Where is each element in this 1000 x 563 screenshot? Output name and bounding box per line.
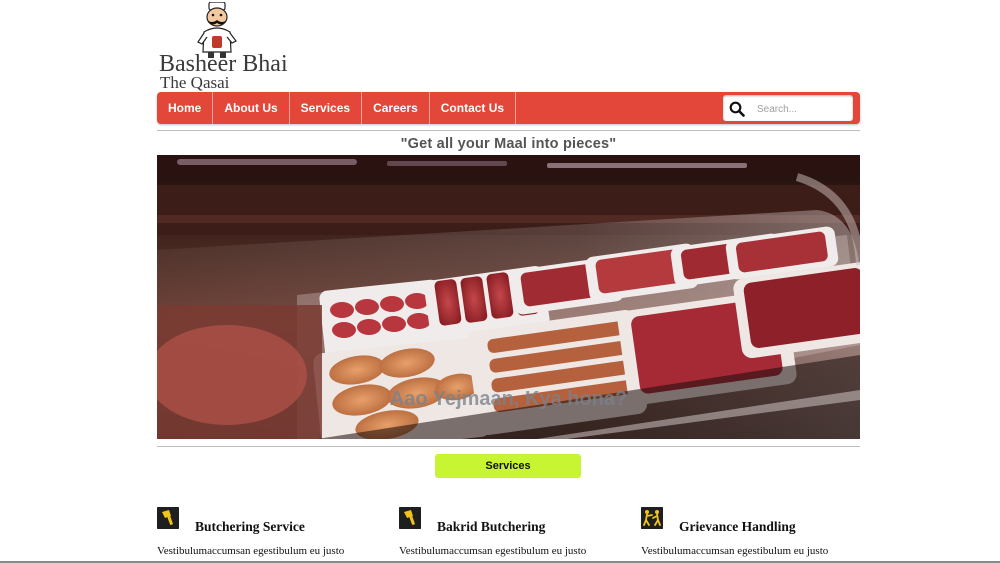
search-input[interactable] — [755, 99, 849, 119]
service-title: Bakrid Butchering — [437, 519, 546, 534]
divider-top — [157, 130, 860, 131]
nav-item-about-us[interactable]: About Us — [213, 92, 290, 124]
service-title: Butchering Service — [195, 519, 305, 534]
hero-caption: Aao Yejmaan, Kya hona? — [389, 388, 628, 410]
fighting-figures-icon — [641, 507, 663, 529]
page: Basheer Bhai The Qasai Home About Us Ser… — [157, 0, 861, 563]
divider-bottom — [157, 446, 860, 447]
service-text: Vestibulumaccumsan egestibulum eu justo — [641, 545, 829, 557]
tagline: "Get all your Maal into pieces" — [400, 136, 617, 152]
service-text: Vestibulumaccumsan egestibulum eu justo — [399, 545, 587, 557]
search-box — [723, 95, 853, 121]
cleaver-icon — [157, 507, 179, 529]
site-logo[interactable]: Basheer Bhai The Qasai — [157, 0, 317, 92]
butcher-mascot-icon — [197, 2, 237, 58]
services-button[interactable]: Services — [435, 454, 581, 478]
service-title: Grievance Handling — [679, 519, 796, 534]
nav-item-contact-us[interactable]: Contact Us — [430, 92, 517, 124]
service-text: Vestibulumaccumsan egestibulum eu justo — [157, 545, 345, 557]
nav-item-services[interactable]: Services — [290, 92, 363, 124]
search-icon[interactable] — [729, 101, 745, 117]
logo-subtitle: The Qasai — [160, 73, 230, 92]
main-nav: Home About Us Services Careers Contact U… — [157, 92, 860, 124]
cleaver-icon — [399, 507, 421, 529]
nav-item-home[interactable]: Home — [157, 92, 214, 124]
nav-item-careers[interactable]: Careers — [362, 92, 430, 124]
